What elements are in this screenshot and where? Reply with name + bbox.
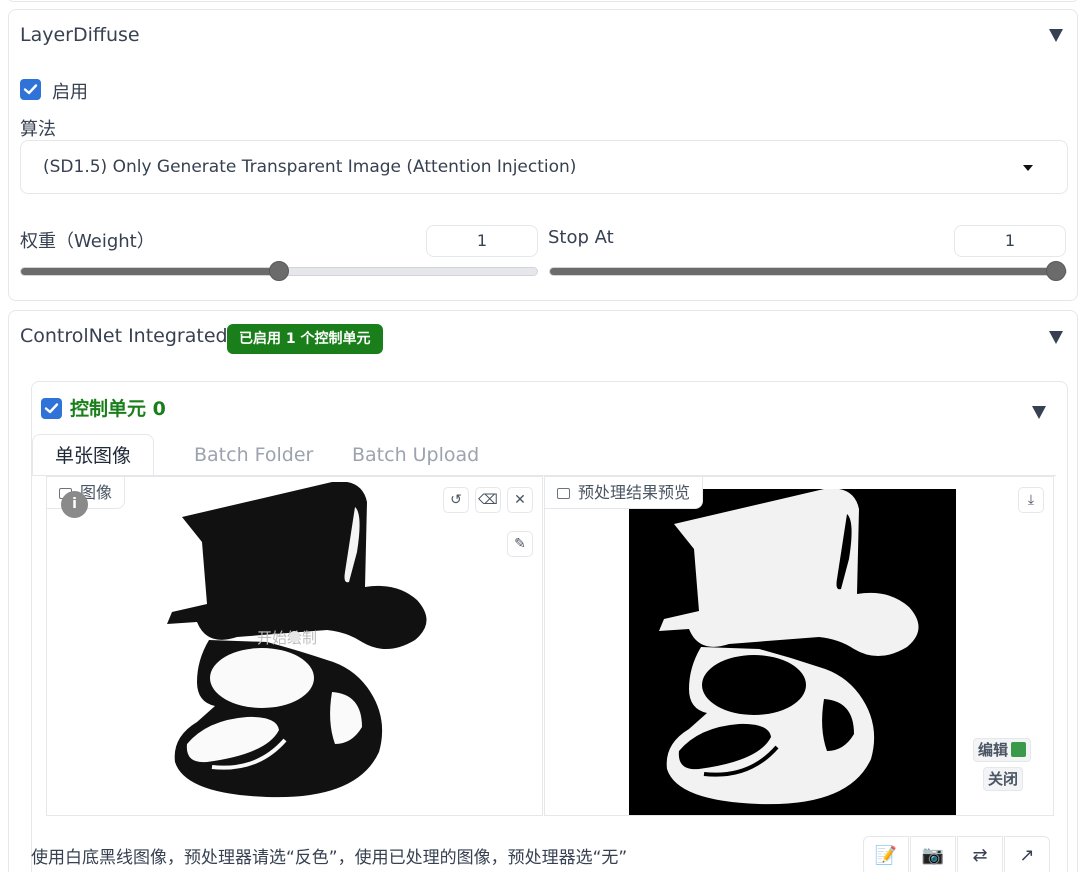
layerdiffuse-title[interactable]: LayerDiffuse [20, 24, 140, 46]
enable-label: 启用 [52, 82, 88, 103]
stop-at-slider[interactable] [549, 261, 1067, 281]
algorithm-dropdown[interactable]: (SD1.5) Only Generate Transparent Image … [20, 140, 1068, 194]
edit-logo-icon [1011, 742, 1027, 757]
check-icon [23, 84, 38, 95]
collapse-triangle-icon[interactable] [1032, 406, 1046, 419]
close-preview-button[interactable]: 关闭 [983, 767, 1024, 791]
tab-batch-folder[interactable]: Batch Folder [194, 434, 313, 476]
send-dimensions-icon[interactable]: ↗ [1004, 836, 1050, 872]
check-icon [44, 403, 59, 414]
previous-panel-edge [8, 0, 1078, 2]
algorithm-label: 算法 [20, 119, 56, 140]
weight-slider[interactable] [20, 261, 538, 281]
brush-icon[interactable]: ✎ [507, 531, 533, 557]
algorithm-value: (SD1.5) Only Generate Transparent Image … [43, 157, 577, 177]
collapse-triangle-icon[interactable] [1049, 331, 1063, 344]
image-icon [557, 488, 570, 499]
weight-number-input[interactable]: 1 [426, 225, 538, 257]
preview-image [629, 489, 956, 815]
close-icon[interactable]: ✕ [507, 487, 533, 513]
preview-label: 预处理结果预览 [545, 477, 704, 509]
preview-image-drawing [659, 489, 919, 805]
control-unit-panel: 控制单元 0 单张图像 Batch Folder Batch Upload 图像… [31, 381, 1068, 872]
controlnet-panel: ControlNet Integrated 已启用 1 个控制单元 控制单元 0… [8, 310, 1078, 872]
usage-hint: 使用白底黑线图像，预处理器请选“反色”，使用已处理的图像，预处理器选“无” [31, 848, 628, 868]
controlnet-title[interactable]: ControlNet Integrated [20, 325, 228, 347]
unit-enable-checkbox[interactable] [41, 398, 62, 419]
edit-notes-icon[interactable]: 📝 [863, 836, 909, 872]
dropdown-arrow-icon [1023, 165, 1033, 171]
layerdiffuse-panel: LayerDiffuse 启用 算法 (SD1.5) Only Generate… [8, 9, 1078, 301]
control-unit-title[interactable]: 控制单元 0 [70, 394, 166, 421]
input-image-area[interactable]: 图像 i 开始绘制 ↺ ⌫ ✕ ✎ [46, 476, 543, 816]
undo-icon[interactable]: ↺ [443, 487, 469, 513]
preview-image-area: 预处理结果预览 ⤓ 编辑 关闭 [544, 476, 1054, 816]
download-icon[interactable]: ⤓ [1018, 487, 1044, 513]
info-icon[interactable]: i [61, 491, 88, 518]
stop-at-slider-fill [550, 268, 1066, 275]
unit-tabs: 单张图像 Batch Folder Batch Upload [32, 434, 1069, 476]
edit-button[interactable]: 编辑 [973, 738, 1032, 762]
brush-cursor-icon [289, 631, 300, 642]
weight-slider-fill [21, 268, 279, 275]
eraser-icon[interactable]: ⌫ [475, 487, 501, 513]
stop-at-label: Stop At [548, 227, 614, 248]
camera-icon[interactable]: 📷 [910, 836, 956, 872]
stop-at-slider-thumb[interactable] [1046, 261, 1066, 281]
weight-label: 权重（Weight） [20, 231, 155, 252]
weight-slider-thumb[interactable] [269, 261, 289, 281]
tab-single-image[interactable]: 单张图像 [32, 434, 155, 476]
swap-icon[interactable]: ⇄ [957, 836, 1003, 872]
canvas-hint-text: 开始绘制 [257, 629, 318, 647]
stop-at-number-input[interactable]: 1 [954, 225, 1066, 257]
enabled-units-badge: 已启用 1 个控制单元 [227, 324, 383, 354]
tab-batch-upload[interactable]: Batch Upload [352, 434, 479, 476]
collapse-triangle-icon[interactable] [1049, 29, 1063, 42]
enable-checkbox[interactable] [20, 79, 41, 100]
